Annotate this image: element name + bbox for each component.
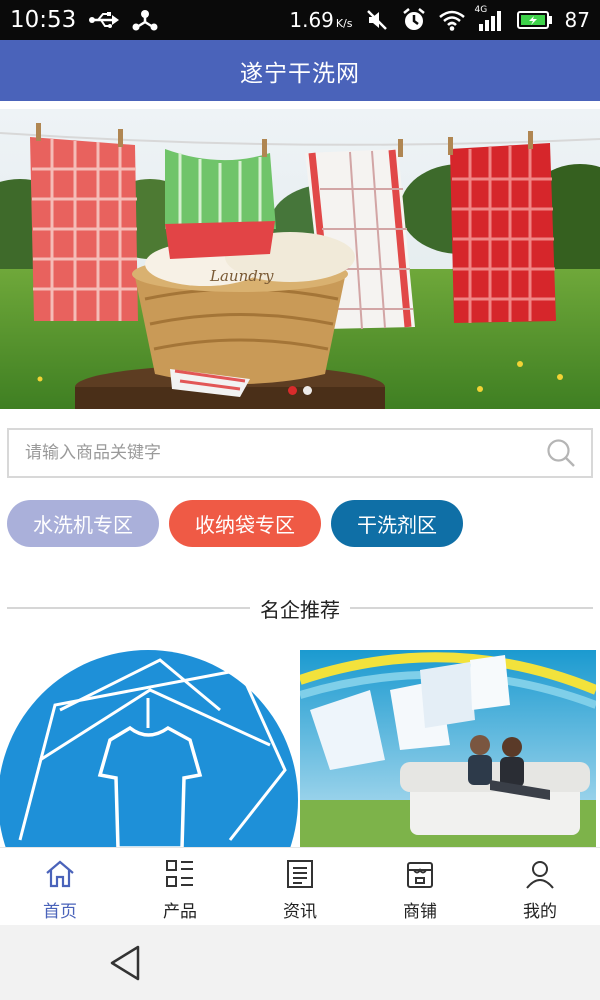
- company-tile[interactable]: [0, 650, 298, 848]
- search-icon[interactable]: [545, 437, 577, 469]
- tab-shop[interactable]: 商铺: [360, 848, 480, 925]
- banner-carousel[interactable]: Laundry: [0, 109, 600, 409]
- user-icon: [523, 857, 557, 891]
- section-title: 名企推荐: [260, 597, 340, 622]
- signal-icon: 4G: [475, 5, 505, 31]
- banner-image: Laundry: [0, 109, 600, 409]
- grid-list-icon: [163, 857, 197, 891]
- tab-label: 我的: [523, 902, 557, 922]
- section-heading: 名企推荐: [7, 592, 593, 624]
- battery-icon: [516, 10, 553, 30]
- featured-companies: [0, 650, 600, 848]
- wifi-icon: [438, 9, 465, 31]
- tab-home[interactable]: 首页: [0, 848, 120, 925]
- category-dry-clean-agent-button[interactable]: 干洗剂区: [331, 500, 463, 547]
- tab-label: 商铺: [403, 902, 437, 922]
- share-icon: [132, 8, 158, 32]
- system-navigation-bar: [0, 925, 600, 1000]
- divider: [350, 607, 593, 609]
- tab-label: 资讯: [283, 902, 317, 922]
- divider: [7, 607, 250, 609]
- carousel-dot[interactable]: [288, 386, 297, 395]
- tab-products[interactable]: 产品: [120, 848, 240, 925]
- bottom-tab-bar: 首页 产品 资讯 商铺 我的: [0, 847, 600, 925]
- company-tile[interactable]: [300, 650, 596, 848]
- tab-label: 首页: [43, 902, 77, 922]
- net-speed: 1.69 K/s: [289, 8, 353, 32]
- alarm-icon: [401, 7, 427, 33]
- battery-level: 87: [564, 8, 590, 32]
- tab-me[interactable]: 我的: [480, 848, 600, 925]
- carousel-dot[interactable]: [303, 386, 312, 395]
- status-time: 10:53: [10, 7, 77, 33]
- category-shortcuts: 水洗机专区 收纳袋专区 干洗剂区: [7, 500, 463, 547]
- search-input[interactable]: [25, 443, 545, 463]
- network-type-label: 4G: [474, 5, 488, 15]
- tab-news[interactable]: 资讯: [240, 848, 360, 925]
- basket-label: Laundry: [209, 267, 274, 285]
- shop-icon: [403, 857, 437, 891]
- back-icon[interactable]: [106, 943, 146, 983]
- tab-label: 产品: [163, 902, 197, 922]
- tshirt-logo-image: [0, 650, 298, 848]
- usb-icon: [88, 10, 120, 30]
- carousel-indicator: [0, 386, 600, 395]
- mute-icon: [365, 8, 389, 32]
- sofa-laundry-image: [300, 650, 596, 848]
- news-icon: [283, 857, 317, 891]
- category-washer-button[interactable]: 水洗机专区: [7, 500, 159, 547]
- category-storage-bag-button[interactable]: 收纳袋专区: [169, 500, 321, 547]
- status-bar: 10:53 1.69 K/s 4G 87: [0, 0, 600, 40]
- page-title: 遂宁干洗网: [240, 60, 360, 87]
- app-screen: 10:53 1.69 K/s 4G 87 遂宁干洗网 Laundry 请输入商品…: [0, 0, 600, 1000]
- home-icon: [43, 857, 77, 891]
- search-bar: [7, 428, 593, 478]
- app-header: 遂宁干洗网: [0, 40, 600, 101]
